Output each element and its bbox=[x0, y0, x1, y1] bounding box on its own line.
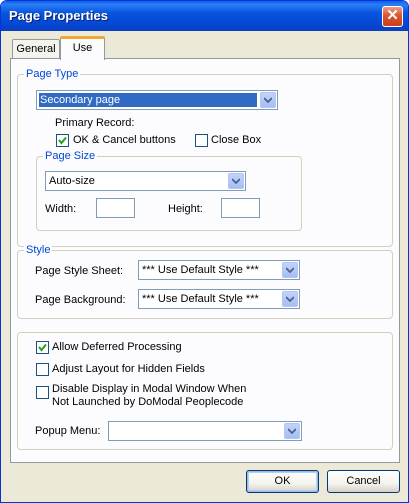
style-legend: Style bbox=[24, 244, 53, 256]
page-size-value: Auto-size bbox=[49, 175, 95, 187]
tab-general-label: General bbox=[16, 43, 56, 55]
adjust-layout-label: Adjust Layout for Hidden Fields bbox=[52, 363, 205, 375]
close-icon: ✕ bbox=[386, 7, 399, 24]
page-background-label: Page Background: bbox=[35, 294, 126, 306]
window-title: Page Properties bbox=[9, 8, 108, 23]
page-type-group: Page Type Secondary page Primary Record:… bbox=[17, 68, 393, 247]
page-style-sheet-select[interactable]: *** Use Default Style *** bbox=[138, 260, 300, 280]
check-icon bbox=[58, 136, 67, 145]
close-box-checkbox[interactable] bbox=[195, 134, 208, 147]
disable-modal-label-line2: Not Launched by DoModal Peoplecode bbox=[52, 396, 244, 408]
primary-record-label: Primary Record: bbox=[55, 117, 135, 129]
adjust-layout-checkbox[interactable] bbox=[36, 363, 49, 376]
chevron-down-icon bbox=[228, 173, 244, 189]
popup-menu-select[interactable] bbox=[108, 421, 302, 441]
width-input[interactable] bbox=[96, 198, 135, 218]
page-size-legend: Page Size bbox=[43, 150, 98, 162]
tab-use[interactable]: Use bbox=[60, 36, 105, 60]
tab-general[interactable]: General bbox=[12, 39, 60, 59]
page-type-value: Secondary page bbox=[39, 93, 257, 107]
style-group: Style Page Style Sheet: *** Use Default … bbox=[17, 244, 393, 319]
chevron-down-icon bbox=[282, 262, 298, 278]
close-box-label: Close Box bbox=[211, 134, 262, 146]
close-button[interactable]: ✕ bbox=[382, 6, 403, 27]
ok-cancel-checkbox[interactable] bbox=[56, 134, 69, 147]
popup-menu-label: Popup Menu: bbox=[35, 425, 101, 437]
page-type-legend: Page Type bbox=[24, 68, 81, 80]
page-background-select[interactable]: *** Use Default Style *** bbox=[138, 289, 300, 309]
page-size-select[interactable]: Auto-size bbox=[45, 171, 246, 191]
cancel-button-label: Cancel bbox=[346, 475, 381, 487]
page-style-sheet-label: Page Style Sheet: bbox=[35, 265, 124, 277]
title-bar: Page Properties ✕ bbox=[1, 1, 408, 31]
height-input[interactable] bbox=[221, 198, 260, 218]
chevron-down-icon bbox=[282, 291, 298, 307]
page-size-group: Page Size Auto-size Width: Height: bbox=[36, 150, 302, 231]
allow-deferred-checkbox[interactable] bbox=[36, 341, 49, 354]
disable-modal-label-line1: Disable Display in Modal Window When bbox=[52, 383, 247, 395]
options-group: Allow Deferred Processing Adjust Layout … bbox=[17, 332, 393, 450]
allow-deferred-label: Allow Deferred Processing bbox=[52, 341, 182, 353]
page-type-select[interactable]: Secondary page bbox=[36, 90, 278, 110]
height-label: Height: bbox=[168, 203, 203, 215]
ok-button[interactable]: OK bbox=[246, 470, 319, 493]
width-label: Width: bbox=[45, 203, 77, 215]
page-style-sheet-value: *** Use Default Style *** bbox=[142, 264, 259, 276]
tab-use-label: Use bbox=[72, 42, 93, 54]
chevron-down-icon bbox=[260, 92, 276, 108]
page-properties-dialog: Page Properties ✕ General Use Page Type … bbox=[0, 0, 409, 503]
check-icon bbox=[38, 343, 47, 352]
cancel-button[interactable]: Cancel bbox=[327, 470, 400, 493]
ok-cancel-label: OK & Cancel buttons bbox=[73, 134, 176, 146]
chevron-down-icon bbox=[284, 423, 300, 439]
disable-modal-checkbox[interactable] bbox=[36, 386, 49, 399]
page-background-value: *** Use Default Style *** bbox=[142, 293, 259, 305]
ok-button-label: OK bbox=[274, 475, 291, 487]
tab-panel-use: Page Type Secondary page Primary Record:… bbox=[10, 58, 400, 463]
